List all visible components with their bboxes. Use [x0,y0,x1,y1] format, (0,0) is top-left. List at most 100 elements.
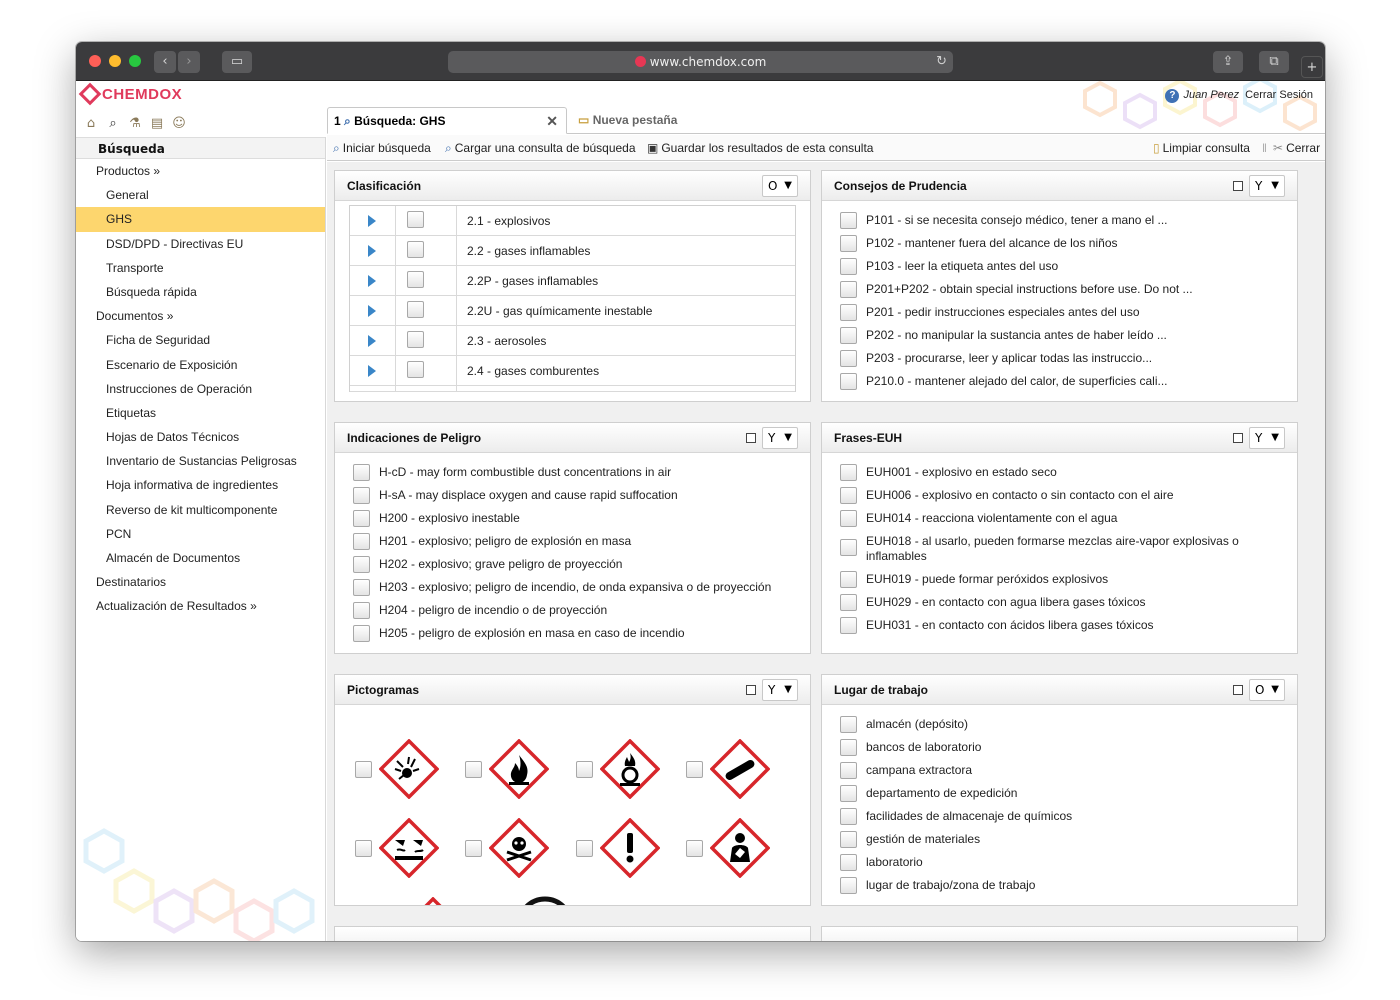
back-icon[interactable]: ‹ [154,51,176,73]
checkbox-row[interactable]: H200 - explosivo inestable [353,507,810,530]
checkbox[interactable] [353,556,370,573]
address-bar[interactable]: www.chemdox.com ↻ [448,51,953,73]
checkbox[interactable] [840,831,857,848]
checkbox-row[interactable]: P203 - procurarse, leer y aplicar todas … [840,347,1297,370]
checkbox-row[interactable]: gestión de materiales [840,828,1297,851]
checkbox[interactable] [686,840,703,857]
checkbox-row[interactable]: P103 - leer la etiqueta antes del uso [840,255,1297,278]
classification-row[interactable]: 2.4 - gases comburentes [350,356,795,386]
panel-toggle-checkbox[interactable] [746,433,756,443]
expand-arrow-icon[interactable] [368,275,376,287]
sidebar-item[interactable]: PCN [76,522,325,546]
checkbox[interactable] [407,361,424,378]
checkbox[interactable] [840,594,857,611]
sidebar-item[interactable]: GHS [76,207,325,232]
operator-select[interactable]: O ▼ [762,175,798,197]
sidebar-item[interactable]: Almacén de Documentos [76,546,325,570]
sidebar-item[interactable]: Etiquetas [76,401,325,425]
chemdox-logo[interactable]: CHEMDOX [78,82,182,106]
operator-select[interactable]: Y ▼ [762,427,798,449]
checkbox-row[interactable]: EUH019 - puede formar peróxidos explosiv… [840,568,1297,591]
products-icon[interactable]: ⚗ [124,116,146,131]
expand-cell[interactable] [350,296,396,325]
save-results-button[interactable]: ▣ Guardar los resultados de esta consulta [647,135,873,161]
checkbox[interactable] [353,602,370,619]
operator-select[interactable]: Y ▼ [1249,175,1285,197]
checkbox[interactable] [407,271,424,288]
checkbox[interactable] [407,301,424,318]
checkbox-row[interactable]: P201+P202 - obtain special instructions … [840,278,1297,301]
sidebar-item[interactable]: Inventario de Sustancias Peligrosas [76,449,325,473]
checkbox[interactable] [353,464,370,481]
checkbox[interactable] [353,533,370,550]
expand-cell[interactable] [350,356,396,385]
tab-busqueda-ghs[interactable]: 1 ⌕ Búsqueda: GHS ✕ [327,107,567,134]
checkbox[interactable] [840,464,857,481]
expand-cell[interactable] [350,206,396,235]
tabs-overview-icon[interactable]: ⧉ [1259,51,1289,73]
checkbox-row[interactable]: departamento de expedición [840,782,1297,805]
checkbox-row[interactable]: EUH001 - explosivo en estado seco [840,461,1297,484]
sidebar-item[interactable]: Actualización de Resultados » [76,594,325,618]
sidebar-item[interactable]: Instrucciones de Operación [76,377,325,401]
checkbox-row[interactable]: EUH029 - en contacto con agua libera gas… [840,591,1297,614]
checkbox[interactable] [407,241,424,258]
checkbox[interactable] [840,762,857,779]
panel-toggle-checkbox[interactable] [1233,685,1243,695]
checkbox-row[interactable]: EUH031 - en contacto con ácidos libera g… [840,614,1297,637]
expand-arrow-icon[interactable] [368,215,376,227]
reload-icon[interactable]: ↻ [936,51,947,73]
expand-cell[interactable] [350,266,396,295]
checkbox-row[interactable]: EUH006 - explosivo en contacto o sin con… [840,484,1297,507]
checkbox-row[interactable]: P102 - mantener fuera del alcance de los… [840,232,1297,255]
expand-arrow-icon[interactable] [368,365,376,377]
operator-select[interactable]: Y ▼ [1249,427,1285,449]
checkbox-row[interactable]: facilidades de almacenaje de químicos [840,805,1297,828]
operator-select[interactable]: O ▼ [1249,679,1285,701]
close-query-button[interactable]: ✂ Cerrar [1273,135,1320,161]
help-icon[interactable]: ? [1165,89,1180,103]
share-icon[interactable]: ⇪ [1213,51,1243,73]
sidebar-item[interactable]: Escenario de Exposición [76,353,325,377]
checkbox-row[interactable]: bancos de laboratorio [840,736,1297,759]
expand-arrow-icon[interactable] [368,335,376,347]
close-window-button[interactable] [89,55,101,67]
checkbox[interactable] [840,281,857,298]
checkbox[interactable] [840,571,857,588]
checkbox[interactable] [840,258,857,275]
checkbox[interactable] [686,761,703,778]
sidebar-item[interactable]: Transporte [76,256,325,280]
expand-cell[interactable] [350,236,396,265]
checkbox-row[interactable]: campana extractora [840,759,1297,782]
checkbox[interactable] [355,840,372,857]
search-mode-icon[interactable]: ⌕ [102,116,124,131]
classification-row[interactable]: 2.1 - explosivos [350,206,795,236]
checkbox[interactable] [840,617,857,634]
checkbox[interactable] [840,716,857,733]
sidebar-item[interactable]: Hojas de Datos Técnicos [76,425,325,449]
checkbox-row[interactable]: lugar de trabajo/zona de trabajo [840,874,1297,897]
checkbox-row[interactable]: almacén (depósito) [840,713,1297,736]
new-tab-icon[interactable]: + [1301,56,1323,78]
sidebar-item[interactable]: Productos » [76,159,325,183]
panel-toggle-checkbox[interactable] [746,685,756,695]
checkbox[interactable] [465,761,482,778]
checkbox[interactable] [353,625,370,642]
checkbox[interactable] [840,877,857,894]
minimize-window-button[interactable] [109,55,121,67]
expand-cell[interactable] [350,326,396,355]
checkbox[interactable] [840,539,857,556]
checkbox[interactable] [840,808,857,825]
checkbox[interactable] [840,373,857,390]
checkbox-row[interactable]: P101 - si se necesita consejo médico, te… [840,209,1297,232]
classification-row[interactable]: 2.2 - gases inflamables [350,236,795,266]
checkbox[interactable] [840,739,857,756]
checkbox[interactable] [840,785,857,802]
checkbox[interactable] [353,510,370,527]
classification-row[interactable]: 2.3 - aerosoles [350,326,795,356]
checkbox[interactable] [576,840,593,857]
home-icon[interactable]: ⌂ [80,116,102,131]
checkbox-row[interactable]: P202 - no manipular la sustancia antes d… [840,324,1297,347]
checkbox-row[interactable]: EUH014 - reacciona violentamente con el … [840,507,1297,530]
checkbox[interactable] [840,212,857,229]
